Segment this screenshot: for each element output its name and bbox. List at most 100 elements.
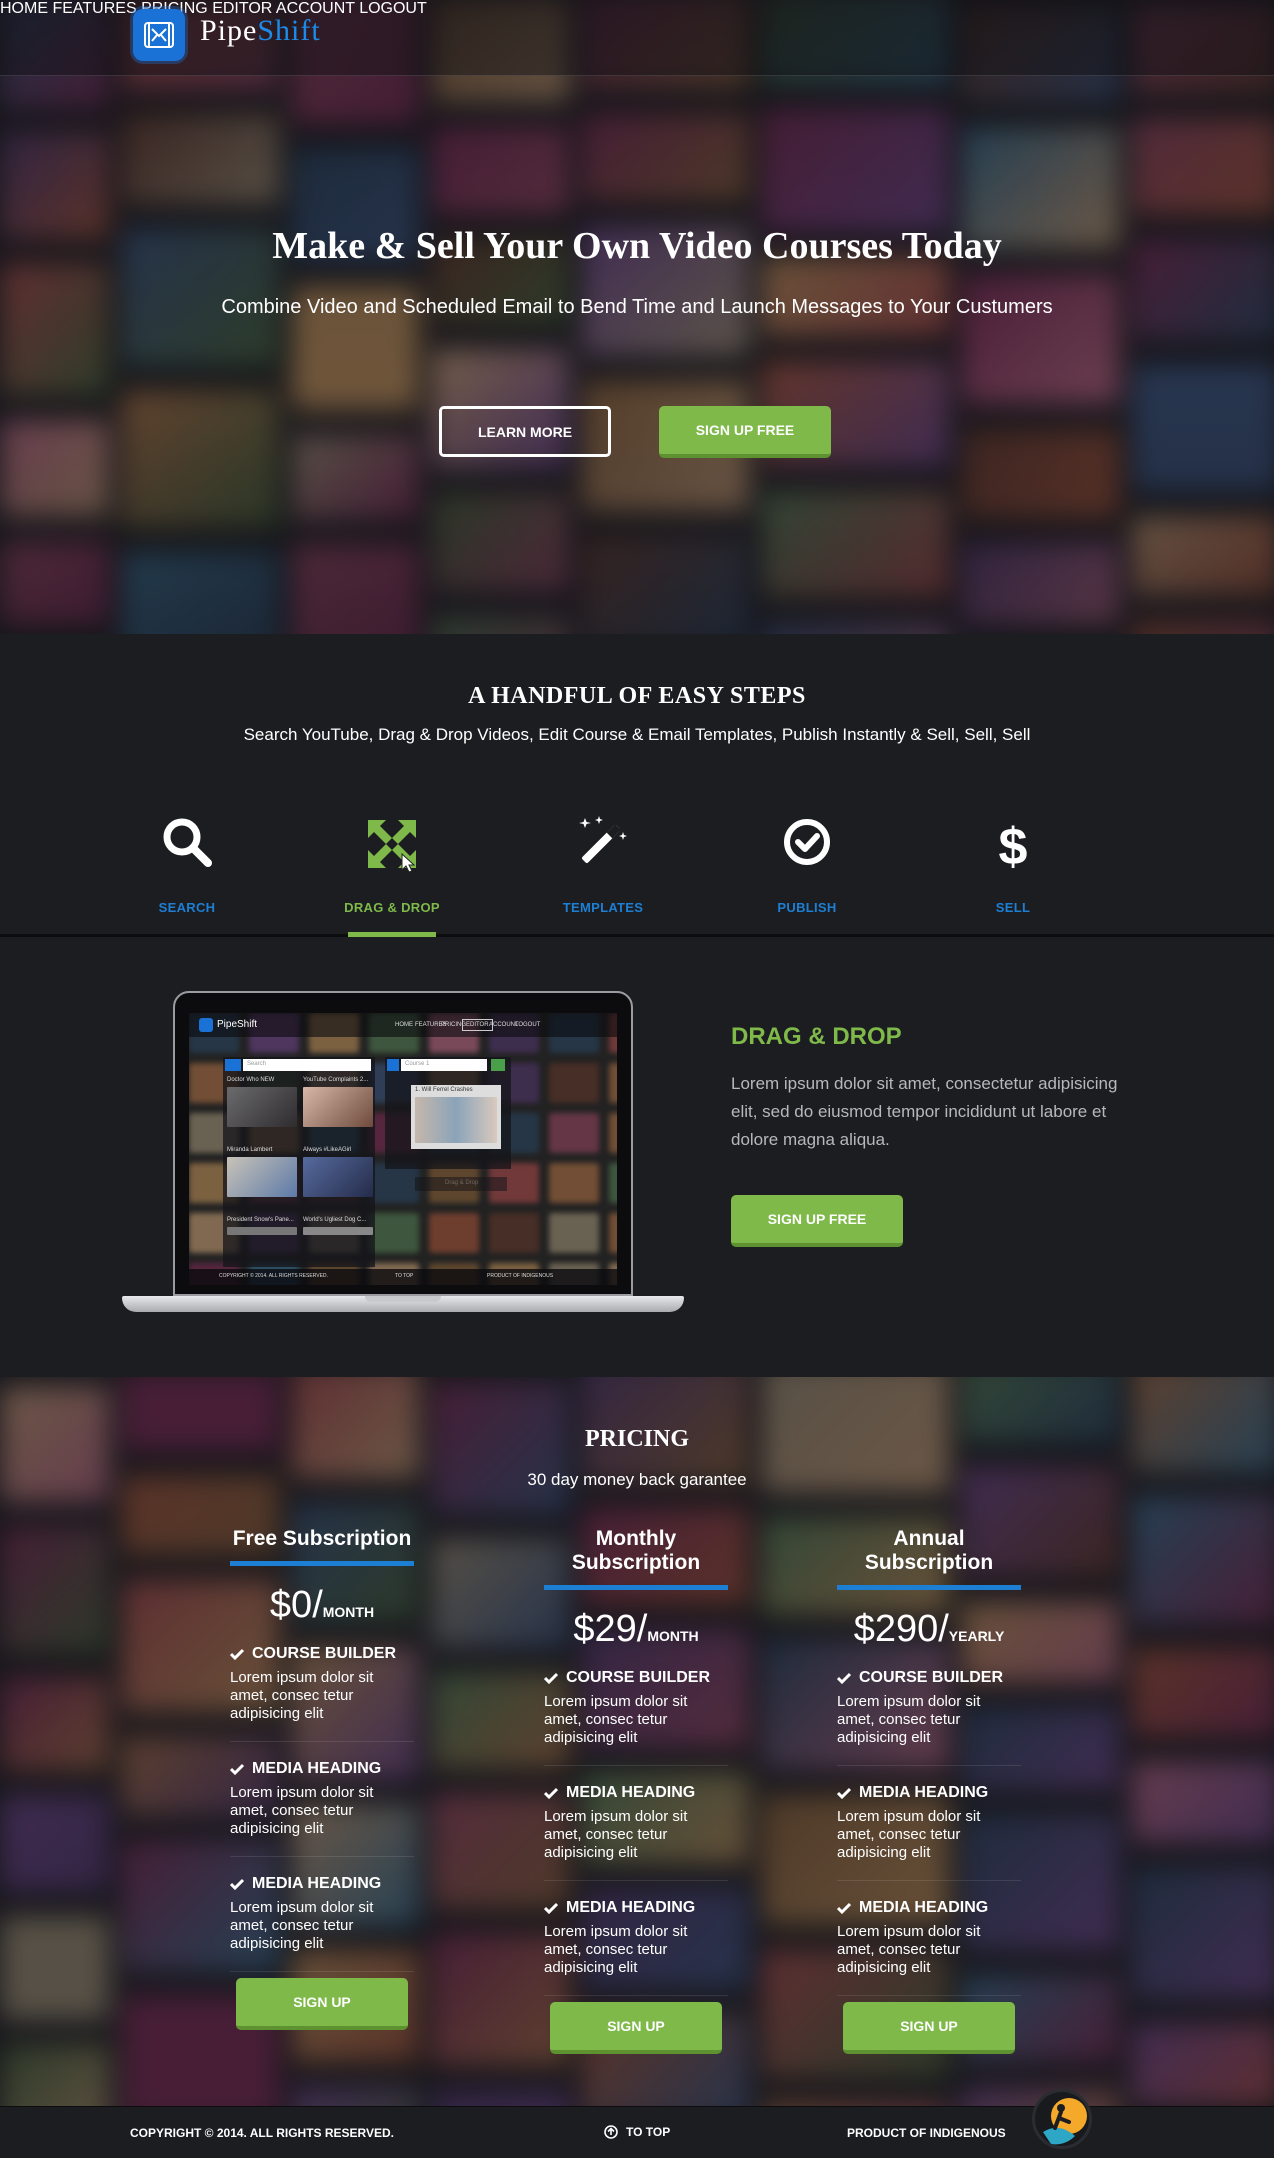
feature-text: Lorem ipsum dolor sit amet, consec tetur… [837,1693,981,1746]
feature-text: Lorem ipsum dolor sit amet, consec tetur… [837,1923,981,1976]
plan-feature: COURSE BUILDER Lorem ipsum dolor sit amet… [230,1645,414,1742]
laptop-notch [365,1296,441,1302]
step-sell[interactable]: $ SELL [933,816,1093,915]
check-icon [544,1787,558,1799]
feature-heading: COURSE BUILDER [252,1645,397,1662]
feature-signup-button[interactable]: SIGN UP FREE [731,1195,903,1247]
plan-name: Free Subscription [230,1527,414,1566]
step-label: PUBLISH [777,900,837,915]
feature-text: Lorem ipsum dolor sit amet, consec tetur… [544,1923,688,1976]
hero-signup-button[interactable]: SIGN UP FREE [659,406,831,458]
plan-price: $29/MONTH [520,1608,752,1651]
mini-lesson-title: 1. Will Ferrel Crashes [415,1087,473,1093]
logo-icon[interactable] [133,9,185,61]
nav-logout[interactable]: LOGOUT [359,0,427,17]
plan-feature: MEDIA HEADING Lorem ipsum dolor sit amet,… [230,1760,414,1857]
mini-drop-hint: Drag & Drop [445,1180,479,1186]
feature-text: Lorem ipsum dolor sit amet, consec tetur… [544,1808,688,1861]
steps-subtitle: Search YouTube, Drag & Drop Videos, Edit… [243,725,1031,744]
feature-text: Lorem ipsum dolor sit amet, consectetur … [731,1074,1118,1149]
nav-features[interactable]: FEATURES [52,0,136,17]
mini-video-title: Miranda Lambert [227,1147,273,1153]
feature-heading: COURSE BUILDER [566,1669,711,1686]
check-icon [230,1648,244,1660]
feature-heading: MEDIA HEADING [252,1875,382,1892]
nav-home[interactable]: HOME [0,0,48,17]
footer-copyright: COPYRIGHT © 2014. ALL RIGHTS RESERVED. [130,2126,395,2140]
mini-video-title: President Snow's Pane... [227,1217,294,1223]
check-icon [230,1763,244,1775]
mini-video-title: Doctor Who NEW [227,1077,275,1083]
plan-period: YEARLY [948,1628,1005,1644]
plan-feature: COURSE BUILDER Lorem ipsum dolor sit amet… [544,1669,728,1766]
plan-feature: MEDIA HEADING Lorem ipsum dolor sit amet,… [544,1899,728,1996]
plan-feature: MEDIA HEADING Lorem ipsum dolor sit amet,… [837,1899,1021,1996]
step-label: SEARCH [158,900,216,915]
svg-text:$: $ [999,818,1028,872]
step-label: DRAG & DROP [344,900,440,915]
mini-footer-copy: COPYRIGHT © 2014. ALL RIGHTS RESERVED. [219,1273,328,1279]
check-icon [230,1878,244,1890]
to-top-link[interactable]: TO TOP [604,2125,670,2139]
feature-heading: MEDIA HEADING [252,1760,382,1777]
pricing-subtitle: 30 day money back garantee [527,1470,747,1489]
mini-video-list: Search Doctor Who NEW YouTube Complaints… [223,1057,375,1267]
feature-text: Lorem ipsum dolor sit amet, consec tetur… [230,1899,374,1952]
plan-signup-button[interactable]: SIGN UP [843,2002,1015,2054]
mini-nav-item: LOGOUT [515,1022,541,1028]
feature-text: Lorem ipsum dolor sit amet, consec tetur… [230,1784,374,1837]
step-templates[interactable]: TEMPLATES [523,816,683,915]
step-publish[interactable]: PUBLISH [727,816,887,915]
plan-name: Annual Subscription [837,1527,1021,1590]
mini-video-title: World's Ugliest Dog C... [303,1217,367,1223]
pricing-title: PRICING [584,1426,689,1452]
pricing-plan: Monthly Subscription $29/MONTH COURSE BUIL… [520,1527,752,2054]
plan-name: Monthly Subscription [544,1527,728,1590]
mini-video-title: Always #LikeAGirl [303,1147,352,1153]
check-circle-icon [784,819,830,865]
magic-wand-icon [579,816,627,863]
arrow-up-circle-icon [604,2125,618,2139]
feature-heading: MEDIA HEADING [566,1899,696,1916]
plan-feature: MEDIA HEADING Lorem ipsum dolor sit amet,… [230,1875,414,1972]
plan-signup-button[interactable]: SIGN UP [550,2002,722,2054]
feature-text: Lorem ipsum dolor sit amet, consec tetur… [544,1693,688,1746]
mini-logo: PipeShift [217,1019,258,1030]
mini-nav-item: EDITOR [462,1019,493,1031]
feature-heading: COURSE BUILDER [859,1669,1004,1686]
steps-title: A HANDFUL OF EASY STEPS [468,683,806,709]
logo-wordmark[interactable]: PipeShift [200,14,321,48]
check-icon [544,1902,558,1914]
pricing-plan: Free Subscription $0/MONTH COURSE BUILDER L… [206,1527,438,2030]
feature-title: DRAG & DROP [731,1023,902,1050]
mini-search: Search [247,1061,267,1067]
mini-footer-product: PRODUCT OF INDIGENOUS [487,1273,554,1279]
main-nav: HOME FEATURES PRICING EDITOR ACCOUNT LOG… [0,0,1274,18]
hero-section: PipeShift HOME FEATURES PRICING EDITOR A… [0,0,1274,634]
hero-title: Make & Sell Your Own Video Courses Today [272,225,1002,267]
plan-signup-button[interactable]: SIGN UP [236,1978,408,2030]
footer: COPYRIGHT © 2014. ALL RIGHTS RESERVED. T… [0,2089,1274,2158]
plan-period: MONTH [322,1604,375,1620]
step-label: TEMPLATES [562,900,644,915]
footer-product-of: PRODUCT OF INDIGENOUS [847,2126,1006,2140]
indigenous-logo[interactable] [1032,2089,1092,2149]
mini-course-select: Course 1 [405,1061,430,1067]
mini-drop-zone: Drag & Drop [415,1177,507,1191]
hero-subtitle: Combine Video and Scheduled Email to Ben… [221,296,1053,318]
mini-footer: COPYRIGHT © 2014. ALL RIGHTS RESERVED. T… [189,1269,617,1285]
step-search[interactable]: SEARCH [107,816,267,915]
step-drag-drop[interactable]: DRAG & DROP [312,816,472,915]
mini-video-title: YouTube Complaints 2... [303,1077,369,1083]
feature-heading: MEDIA HEADING [859,1899,989,1916]
laptop-image: PipeShift HOME FEATURES PRICING EDITOR A… [173,991,633,1296]
to-top-label: TO TOP [626,2125,671,2139]
step-label: SELL [995,900,1031,915]
search-icon [163,818,212,867]
mini-nav-item: HOME [395,1022,413,1028]
mini-navbar: PipeShift HOME FEATURES PRICING EDITOR A… [189,1013,617,1037]
plan-feature: COURSE BUILDER Lorem ipsum dolor sit amet… [837,1669,1021,1766]
learn-more-button[interactable]: LEARN MORE [439,406,611,457]
check-icon [837,1672,851,1684]
plan-price: $0/MONTH [206,1584,438,1627]
